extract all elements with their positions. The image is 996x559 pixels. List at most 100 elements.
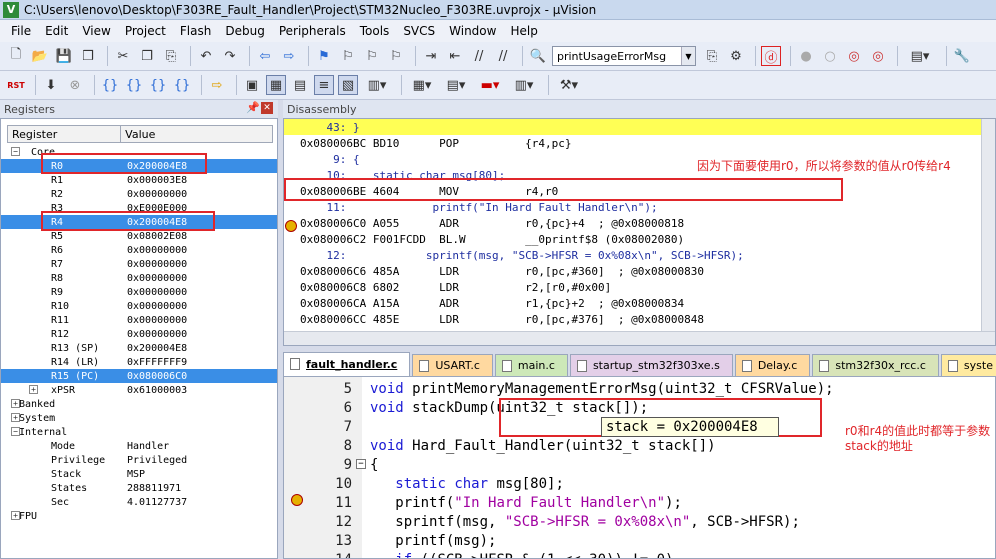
watch-windows-icon[interactable]: ▥▾ xyxy=(362,75,392,95)
register-row[interactable]: R11 0x00000000 xyxy=(1,313,277,327)
register-value[interactable]: 0x00000000 xyxy=(127,301,187,312)
navigate-forward-icon[interactable]: ⇨ xyxy=(279,46,299,66)
paste-icon[interactable]: ⎘ xyxy=(161,46,181,66)
window-layout-icon[interactable]: ▤▾ xyxy=(903,46,937,66)
comment-icon[interactable]: // xyxy=(469,46,489,66)
disassembly-window[interactable]: 43: } 0x080006BC BD10 POP {r4,pc} 9: { 10… xyxy=(283,118,996,346)
disassembly-instruction-line[interactable]: 0x080006BC BD10 POP {r4,pc} xyxy=(300,135,995,151)
editor-tab[interactable]: USART.c xyxy=(412,354,493,376)
registers-window-icon[interactable]: ≡ xyxy=(314,75,334,95)
bookmark-icon[interactable]: ⚑ xyxy=(314,46,334,66)
editor-tab[interactable]: stm32f30x_rcc.c xyxy=(812,354,939,376)
tree-collapse-icon[interactable]: − xyxy=(11,147,20,156)
register-row[interactable]: R14 (LR) 0xFFFFFFF9 xyxy=(1,355,277,369)
pin-icon[interactable]: 📌 xyxy=(246,101,260,114)
fold-collapse-icon[interactable]: − xyxy=(356,459,366,469)
source-line[interactable]: 9 {− xyxy=(284,455,995,474)
register-value[interactable]: 0x00000000 xyxy=(127,189,187,200)
uncomment-icon[interactable]: // xyxy=(493,46,513,66)
source-line[interactable]: 11 printf("In Hard Fault Handler\n"); xyxy=(284,493,995,512)
symbols-window-icon[interactable]: ▤ xyxy=(290,75,310,95)
editor-tab[interactable]: startup_stm32f303xe.s xyxy=(569,354,733,376)
close-icon[interactable]: ✕ xyxy=(261,102,273,114)
menu-view[interactable]: View xyxy=(75,24,117,38)
step-into-icon[interactable]: {} xyxy=(100,75,120,95)
source-line[interactable]: 13 printf(msg); xyxy=(284,531,995,550)
register-row[interactable]: R2 0x00000000 xyxy=(1,187,277,201)
register-row[interactable]: + FPU xyxy=(1,509,277,523)
open-folder-icon[interactable]: 📂 xyxy=(30,46,50,66)
register-value[interactable]: 0x00000000 xyxy=(127,245,187,256)
disassembly-instruction-line[interactable]: 0x080006C6 485A LDR r0,[pc,#360] ; @0x08… xyxy=(300,263,995,279)
reset-icon[interactable]: RST xyxy=(6,75,26,95)
debug-session-icon[interactable]: ⓓ xyxy=(761,46,781,66)
register-row[interactable]: R6 0x00000000 xyxy=(1,243,277,257)
register-value[interactable]: 0x08002E08 xyxy=(127,231,187,242)
copy-icon[interactable]: ❐ xyxy=(137,46,157,66)
clear-bookmarks-icon[interactable]: ⚐ xyxy=(386,46,406,66)
find-in-files-icon[interactable]: 🔍 xyxy=(528,46,548,66)
function-combo[interactable]: printUsageErrorMsg ▼ xyxy=(552,46,696,66)
menu-flash[interactable]: Flash xyxy=(173,24,218,38)
run-icon[interactable]: ⬇ xyxy=(41,75,61,95)
show-next-statement-icon[interactable]: ⇨ xyxy=(207,75,227,95)
trace-windows-icon[interactable]: ▥▾ xyxy=(509,75,539,95)
register-row[interactable]: + Banked xyxy=(1,397,277,411)
cut-icon[interactable]: ✂ xyxy=(113,46,133,66)
value-column-header[interactable]: Value xyxy=(121,126,272,142)
register-value[interactable]: 0x200004E8 xyxy=(127,343,187,354)
analysis-windows-icon[interactable]: ▬▾ xyxy=(475,75,505,95)
register-value[interactable]: 0x000003E8 xyxy=(127,175,187,186)
register-value[interactable]: 0x00000000 xyxy=(127,259,187,270)
register-value[interactable]: Handler xyxy=(127,441,169,452)
editor-tab[interactable]: syste xyxy=(940,354,996,376)
editor-tab[interactable]: fault_handler.c xyxy=(283,352,411,376)
step-out-icon[interactable]: {} xyxy=(148,75,168,95)
source-line[interactable]: 10 static char msg[80]; xyxy=(284,474,995,493)
enable-breakpoint-icon[interactable]: ○ xyxy=(820,46,840,66)
run-to-cursor-icon[interactable]: {} xyxy=(172,75,192,95)
redo-icon[interactable]: ↷ xyxy=(220,46,240,66)
register-value[interactable]: 288811971 xyxy=(127,483,181,494)
menu-file[interactable]: File xyxy=(4,24,38,38)
register-row[interactable]: + System xyxy=(1,411,277,425)
call-stack-window-icon[interactable]: ▧ xyxy=(338,75,358,95)
new-file-icon[interactable]: 🗋 xyxy=(6,46,26,66)
register-value[interactable]: 0x00000000 xyxy=(127,315,187,326)
register-value[interactable]: 0x00000000 xyxy=(127,273,187,284)
register-row[interactable]: R10 0x00000000 xyxy=(1,299,277,313)
stop-icon[interactable]: ⊗ xyxy=(65,75,85,95)
menu-tools[interactable]: Tools xyxy=(353,24,397,38)
save-icon[interactable]: 💾 xyxy=(54,46,74,66)
disable-breakpoints-icon[interactable]: ◎ xyxy=(844,46,864,66)
register-row[interactable]: Privilege Privileged xyxy=(1,453,277,467)
register-value[interactable]: Privileged xyxy=(127,455,187,466)
undo-icon[interactable]: ↶ xyxy=(196,46,216,66)
register-row[interactable]: R5 0x08002E08 xyxy=(1,229,277,243)
register-value[interactable]: 4.01127737 xyxy=(127,497,187,508)
disassembly-instruction-line[interactable]: 0x080006C0 A055 ADR r0,{pc}+4 ; @0x08000… xyxy=(300,215,995,231)
chevron-down-icon[interactable]: ▼ xyxy=(681,47,695,65)
toolbox-icon[interactable]: ⚒▾ xyxy=(554,75,584,95)
menu-help[interactable]: Help xyxy=(503,24,544,38)
disassembly-instruction-line[interactable]: 0x080006C2 F001FCDD BL.W __0printf$8 (0x… xyxy=(300,231,995,247)
prev-bookmark-icon[interactable]: ⚐ xyxy=(338,46,358,66)
disassembly-source-line[interactable]: 12: sprintf(msg, "SCB->HFSR = 0x%08x\n",… xyxy=(300,247,995,263)
register-value[interactable]: MSP xyxy=(127,469,145,480)
disassembly-instruction-line[interactable]: 0x080006C8 6802 LDR r2,[r0,#0x00] xyxy=(300,279,995,295)
register-row[interactable]: Mode Handler xyxy=(1,439,277,453)
register-row[interactable]: R15 (PC) 0x080006C0 xyxy=(1,369,277,383)
register-row[interactable]: R13 (SP) 0x200004E8 xyxy=(1,341,277,355)
register-row[interactable]: − Internal xyxy=(1,425,277,439)
kill-breakpoints-icon[interactable]: ◎ xyxy=(868,46,888,66)
register-row[interactable]: R7 0x00000000 xyxy=(1,257,277,271)
navigate-back-icon[interactable]: ⇦ xyxy=(255,46,275,66)
menu-edit[interactable]: Edit xyxy=(38,24,75,38)
register-row[interactable]: R8 0x00000000 xyxy=(1,271,277,285)
editor-tab[interactable]: main.c xyxy=(494,354,568,376)
memory-windows-icon[interactable]: ▦▾ xyxy=(407,75,437,95)
find-icon[interactable]: ⎘ xyxy=(702,46,722,66)
next-bookmark-icon[interactable]: ⚐ xyxy=(362,46,382,66)
disassembly-vertical-scrollbar[interactable] xyxy=(981,119,995,345)
disassembly-source-line[interactable]: 43: } xyxy=(284,119,984,135)
